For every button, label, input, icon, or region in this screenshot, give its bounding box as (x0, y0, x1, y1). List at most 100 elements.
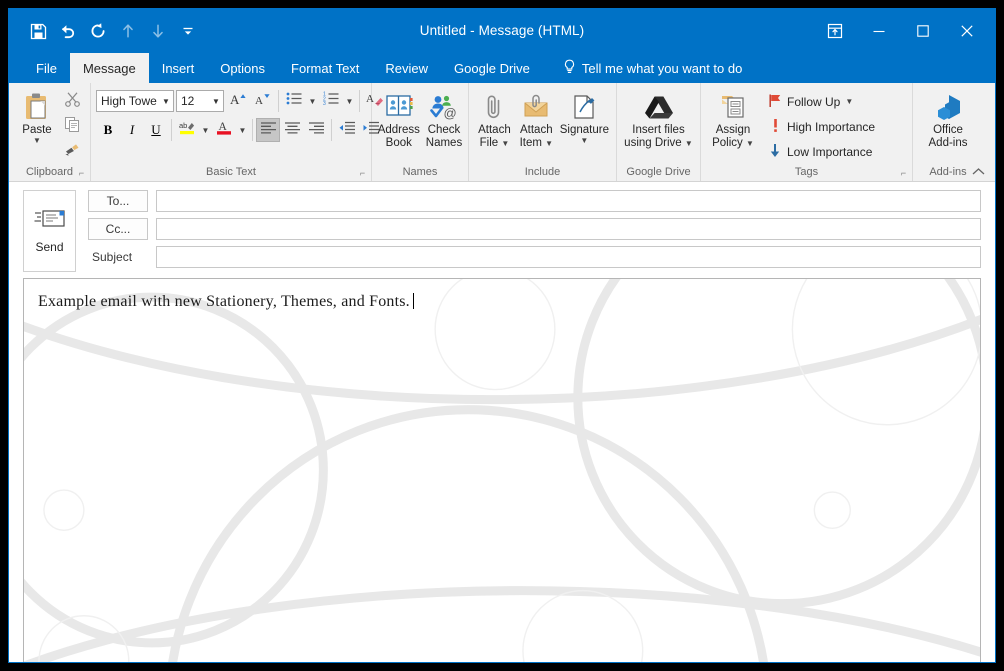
text-highlight-color-button[interactable]: ab (175, 118, 199, 142)
tab-insert[interactable]: Insert (149, 53, 208, 83)
tab-google-drive[interactable]: Google Drive (441, 53, 543, 83)
group-label-names: Names (402, 166, 438, 178)
paste-dropdown-arrow-icon[interactable]: ▼ (33, 137, 41, 145)
bullets-dropdown[interactable]: ▼ (306, 89, 319, 113)
tab-options[interactable]: Options (207, 53, 278, 83)
office-addins-button[interactable]: Office Add-ins (919, 87, 977, 151)
high-importance-button[interactable]: High Importance (763, 116, 880, 137)
next-item-icon[interactable] (143, 16, 173, 46)
tab-review[interactable]: Review (372, 53, 441, 83)
font-size-dropdown-arrow-icon[interactable]: ▼ (209, 97, 223, 106)
ribbon-tabs: File Message Insert Options Format Text … (9, 53, 995, 83)
font-color-icon: A (215, 119, 233, 141)
paste-button[interactable]: Paste ▼ (14, 87, 60, 145)
clipboard-dialog-launcher-icon[interactable]: ⌐ (76, 168, 87, 179)
shrink-font-button[interactable]: A (251, 89, 275, 113)
highlight-dropdown[interactable]: ▼ (199, 118, 212, 142)
low-importance-button[interactable]: Low Importance (763, 141, 880, 162)
customize-quick-access-toolbar-icon[interactable] (173, 16, 203, 46)
decrease-indent-button[interactable] (335, 118, 359, 142)
bullets-button[interactable] (282, 89, 306, 113)
ribbon-group-basic-text: High Towe ▼ 12 ▼ A A ▼ 1 2 3 ▼ A B I U a… (91, 83, 383, 181)
to-button[interactable]: To... (88, 190, 148, 212)
copy-button[interactable] (60, 115, 84, 139)
bold-icon: B (103, 122, 113, 137)
font-color-button[interactable]: A (212, 118, 236, 142)
font-name-combo[interactable]: High Towe ▼ (96, 90, 174, 112)
subject-row: Subject (88, 246, 981, 268)
decrease-font-size-icon: A (254, 91, 272, 112)
message-body[interactable]: Example email with new Stationery, Theme… (23, 278, 981, 662)
low-importance-label: Low Importance (787, 144, 873, 159)
font-color-dropdown[interactable]: ▼ (236, 118, 249, 142)
follow-up-button[interactable]: Follow Up ▼ (763, 91, 880, 112)
cc-button[interactable]: Cc... (88, 218, 148, 240)
font-size-combo[interactable]: 12 ▼ (176, 90, 224, 112)
paperclip-icon (480, 90, 508, 124)
signature-dropdown-arrow-icon[interactable]: ▼ (580, 137, 588, 145)
align-right-button[interactable] (304, 118, 328, 142)
cc-input[interactable] (156, 218, 981, 240)
check-names-label-1: Check (427, 124, 461, 136)
svg-text:A: A (255, 95, 263, 107)
tab-file[interactable]: File (23, 53, 70, 83)
attach-file-button[interactable]: Attach File ▼ (474, 87, 515, 151)
grow-font-button[interactable]: A (227, 89, 251, 113)
tab-format-text[interactable]: Format Text (278, 53, 372, 83)
maximize-icon[interactable] (901, 13, 945, 49)
underline-button[interactable]: U (144, 118, 168, 142)
cc-row: Cc... (88, 218, 981, 240)
subject-label: Subject (92, 250, 133, 264)
send-button[interactable]: Send (23, 190, 76, 272)
message-header: Send To... Cc... Subject (9, 182, 995, 278)
increase-font-size-icon: A (230, 91, 248, 112)
tell-me-search[interactable]: Tell me what you want to do (551, 53, 754, 83)
close-icon[interactable] (945, 13, 989, 49)
collapse-ribbon-button[interactable] (972, 167, 985, 179)
insert-files-using-drive-button[interactable]: Insert files using Drive ▼ (622, 87, 695, 151)
title-bar: Untitled - Message (HTML) (9, 9, 995, 53)
format-painter-button[interactable] (60, 140, 84, 164)
down-arrow-icon (768, 143, 782, 161)
tell-me-label: Tell me what you want to do (581, 60, 743, 76)
signature-button[interactable]: Signature ▼ (558, 87, 611, 145)
attach-file-label-2: File ▼ (479, 137, 510, 149)
minimize-icon[interactable] (857, 13, 901, 49)
scissors-icon (64, 91, 81, 113)
message-body-text[interactable]: Example email with new Stationery, Theme… (38, 293, 966, 311)
attach-file-label-1: Attach (478, 124, 511, 136)
tab-message[interactable]: Message (69, 53, 149, 83)
ribbon-display-options-icon[interactable] (813, 13, 857, 49)
assign-policy-icon (719, 90, 747, 124)
insert-files-label-1: Insert files (632, 124, 685, 136)
numbering-dropdown[interactable]: ▼ (343, 89, 356, 113)
text-cursor (412, 293, 414, 309)
chevron-down-icon: ▼ (745, 139, 754, 148)
previous-item-icon[interactable] (113, 16, 143, 46)
google-drive-icon (644, 90, 674, 124)
to-input[interactable] (156, 190, 981, 212)
font-name-dropdown-arrow-icon[interactable]: ▼ (159, 97, 173, 106)
numbering-button[interactable]: 123 (319, 89, 343, 113)
copy-icon (64, 116, 81, 138)
assign-policy-button[interactable]: Assign Policy ▼ (709, 87, 757, 151)
align-right-icon (308, 121, 325, 140)
save-icon[interactable] (23, 16, 53, 46)
lightbulb-icon (563, 59, 576, 77)
bold-button[interactable]: B (96, 118, 120, 142)
attach-item-button[interactable]: Attach Item ▼ (516, 87, 557, 151)
check-names-button[interactable]: @ Check Names (424, 87, 464, 151)
tags-dialog-launcher-icon[interactable]: ⌐ (898, 168, 909, 179)
attach-item-label-1: Attach (520, 124, 553, 136)
follow-up-label: Follow Up (787, 94, 841, 109)
redo-icon[interactable] (83, 16, 113, 46)
italic-button[interactable]: I (120, 118, 144, 142)
undo-icon[interactable] (53, 16, 83, 46)
align-center-button[interactable] (280, 118, 304, 142)
cut-button[interactable] (60, 90, 84, 114)
subject-input[interactable] (156, 246, 981, 268)
chevron-down-icon: ▼ (501, 139, 510, 148)
address-book-button[interactable]: Address Book (376, 87, 422, 151)
align-left-button[interactable] (256, 118, 280, 142)
font-dialog-launcher-icon[interactable]: ⌐ (357, 168, 368, 179)
